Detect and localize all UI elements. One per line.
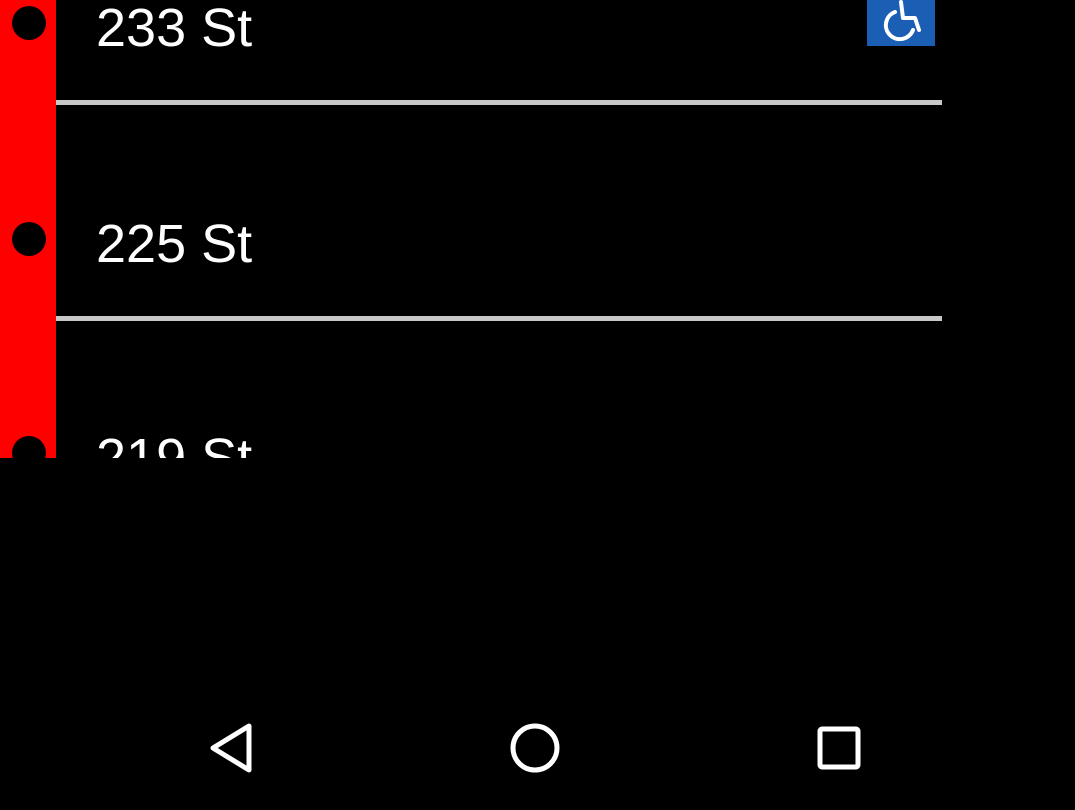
back-button[interactable]	[183, 706, 283, 790]
square-recents-icon	[817, 726, 861, 770]
station-name: 225 St	[96, 214, 253, 274]
recents-button[interactable]	[789, 706, 889, 790]
stop-dot-icon	[12, 436, 46, 458]
triangle-back-icon	[210, 723, 252, 773]
row-divider	[56, 316, 942, 321]
stop-dot-icon	[12, 222, 46, 256]
station-row-219-st[interactable]: 219 St	[0, 346, 1075, 458]
wheelchair-icon	[867, 0, 935, 46]
station-name: 233 St	[96, 0, 253, 58]
station-row-233-st[interactable]: 233 St	[0, 0, 1075, 128]
row-divider	[56, 100, 942, 105]
system-navigation-bar	[0, 672, 1075, 810]
home-button[interactable]	[485, 706, 585, 790]
circle-home-icon	[510, 723, 560, 773]
station-name: 219 St	[96, 428, 253, 458]
station-list: 233 St 225 St 219 St	[0, 0, 1075, 458]
station-row-225-st[interactable]: 225 St	[0, 132, 1075, 344]
stop-dot-icon	[12, 6, 46, 40]
station-list-screen: 233 St 225 St 219 St	[0, 0, 1075, 810]
